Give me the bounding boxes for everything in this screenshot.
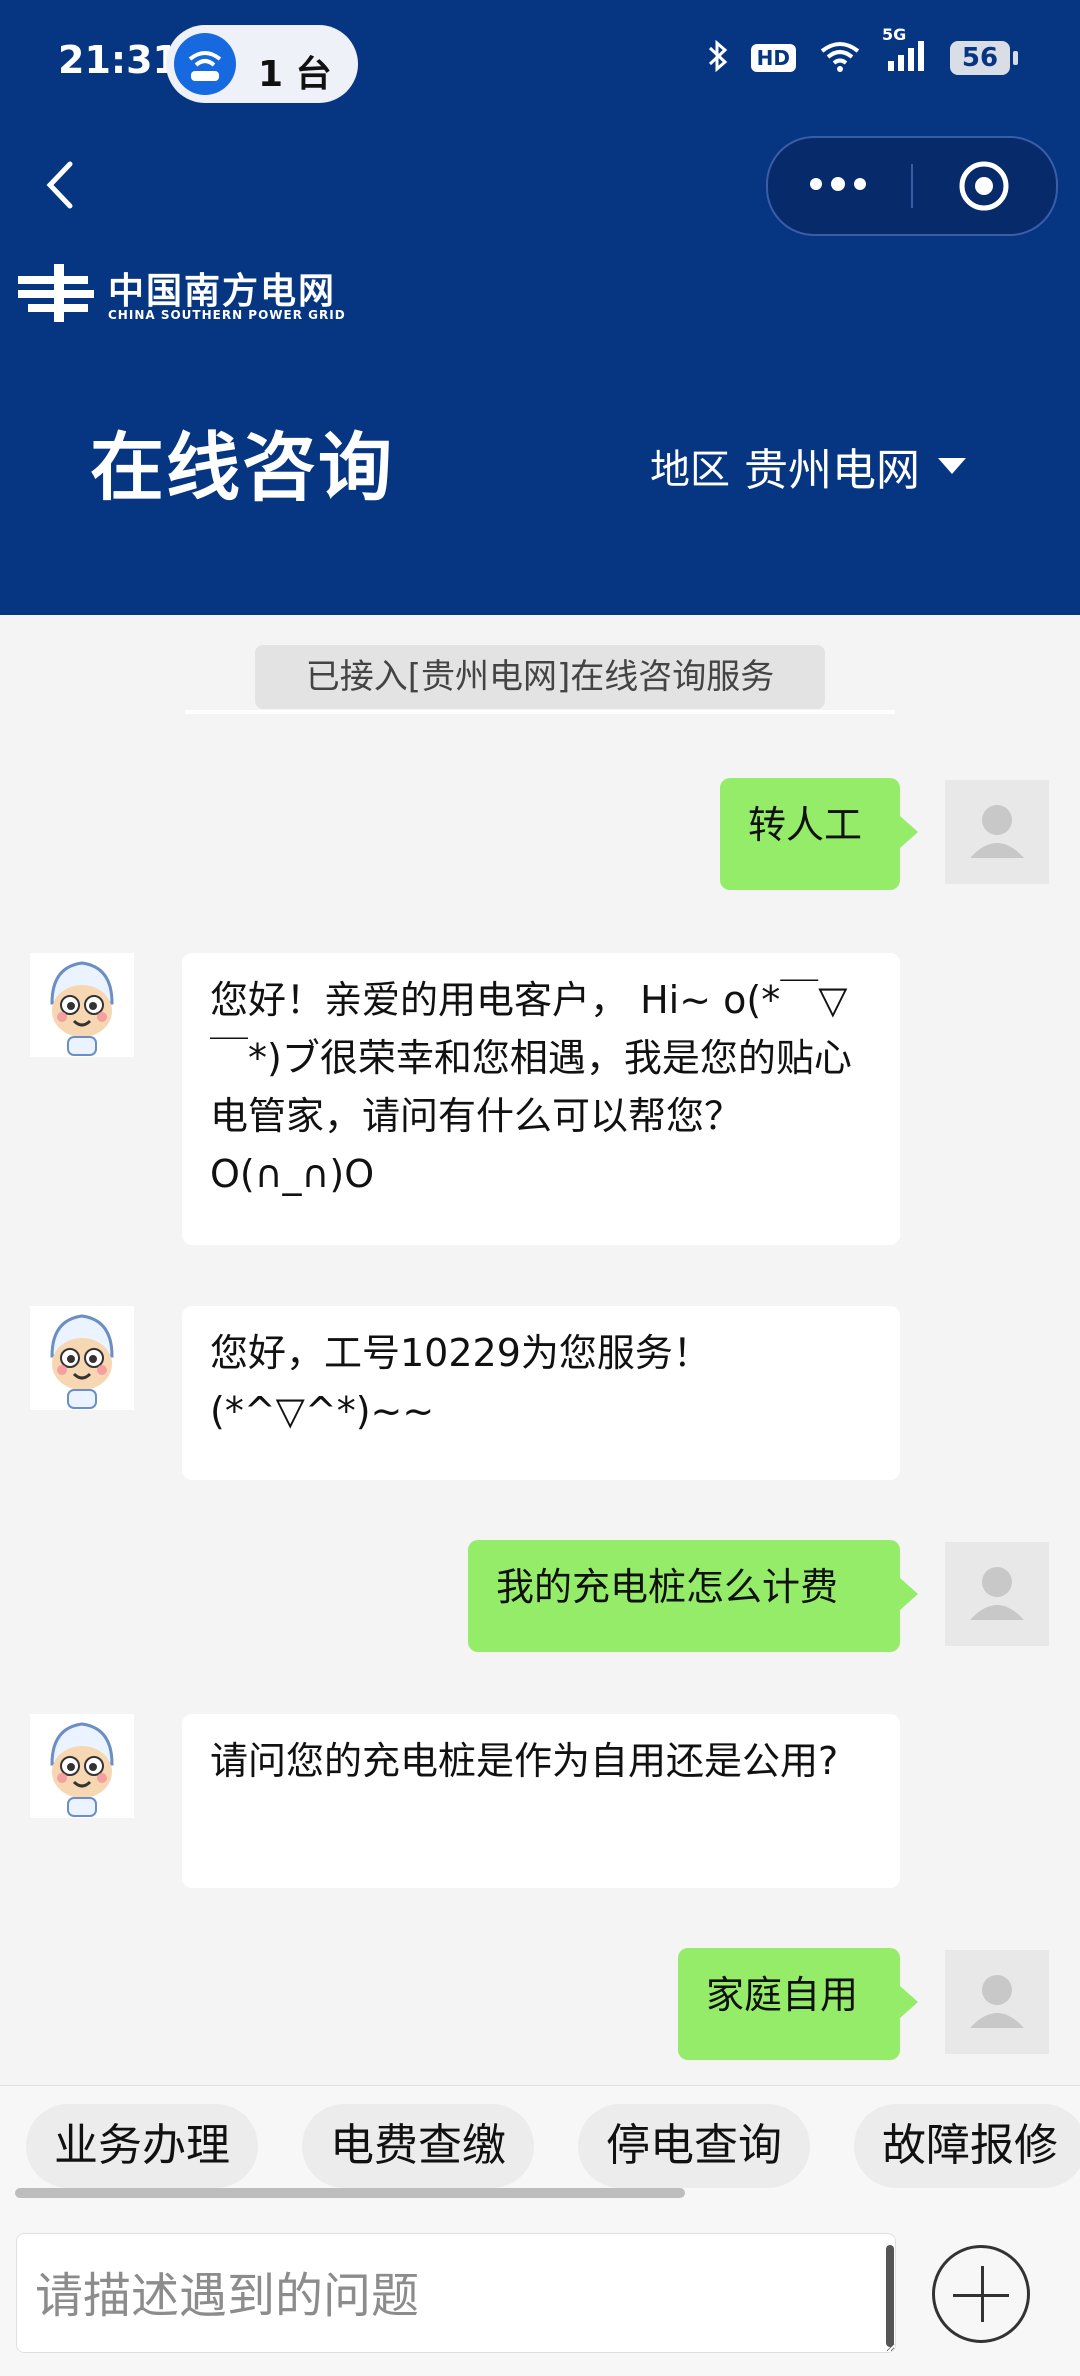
page-title: 在线咨询 <box>90 425 394 511</box>
quick-actions-scrollbar[interactable] <box>15 2188 685 2198</box>
region-selector[interactable]: 地区 贵州电网 <box>650 434 966 498</box>
status-time: 21:31 <box>58 38 179 82</box>
header: 21:31 1 台 HD 5G 56 中国南方电网 CHINA SOUTHERN… <box>0 0 1080 615</box>
miniapp-capsule <box>766 136 1058 236</box>
bot-avatar <box>30 953 134 1057</box>
close-miniapp-button[interactable] <box>958 160 1010 212</box>
bot-avatar <box>30 1714 134 1818</box>
user-message: 家庭自用 <box>678 1948 918 2060</box>
user-message: 我的充电桩怎么计费 <box>468 1540 918 1652</box>
wifi-device-count: 1 台 <box>258 54 332 95</box>
bluetooth-icon <box>707 38 729 78</box>
divider <box>185 710 895 714</box>
chip-business[interactable]: 业务办理 <box>26 2104 258 2188</box>
chip-bill-payment[interactable]: 电费查缴 <box>302 2104 534 2188</box>
wifi-icon <box>818 39 862 77</box>
user-avatar <box>945 780 1049 884</box>
bot-avatar <box>30 1306 134 1410</box>
more-button[interactable] <box>806 158 870 222</box>
router-icon <box>174 33 236 95</box>
bot-message: 您好，工号10229为您服务！(*^▽^*)~~ <box>182 1306 900 1480</box>
chip-outage-query[interactable]: 停电查询 <box>578 2104 810 2188</box>
chevron-left-icon <box>46 161 73 209</box>
add-attachment-button[interactable] <box>932 2245 1030 2343</box>
input-scrollbar <box>886 2245 894 2347</box>
battery-icon: 56 <box>950 41 1018 75</box>
status-bar: 21:31 1 台 HD 5G 56 <box>0 0 1080 130</box>
message-input[interactable] <box>16 2233 896 2353</box>
bot-message: 您好！亲爱的用电客户， Hi~ o(*￣▽￣*)ブ很荣幸和您相遇，我是您的贴心电… <box>182 953 900 1245</box>
hd-icon: HD <box>750 44 796 72</box>
more-dots-icon <box>810 177 866 191</box>
logo-cn: 中国南方电网 <box>108 271 337 312</box>
signal-label: 5G <box>882 25 907 44</box>
logo-en: CHINA SOUTHERN POWER GRID <box>108 308 346 322</box>
user-avatar <box>945 1542 1049 1646</box>
status-icons: HD 5G 56 <box>707 25 1018 78</box>
signal-icon: 5G <box>882 25 928 77</box>
user-avatar-icon <box>970 805 1024 858</box>
back-button[interactable] <box>36 150 86 220</box>
chip-fault-report[interactable]: 故障报修 <box>854 2104 1080 2188</box>
user-avatar-icon <box>970 1567 1024 1620</box>
wifi-devices-pill[interactable]: 1 台 <box>166 25 358 103</box>
csg-logo: 中国南方电网 CHINA SOUTHERN POWER GRID <box>18 262 348 332</box>
capsule-divider <box>911 164 913 208</box>
user-avatar <box>945 1950 1049 2054</box>
user-message: 转人工 <box>720 778 918 890</box>
mascot-icon <box>30 953 134 1057</box>
system-notice: 已接入[贵州电网]在线咨询服务 <box>255 645 825 709</box>
region-value: 贵州电网 <box>744 445 920 496</box>
input-area <box>0 2205 1080 2376</box>
mascot-icon <box>30 1714 134 1818</box>
bot-message: 请问您的充电桩是作为自用还是公用? <box>182 1714 900 1888</box>
csg-logo-icon <box>18 264 94 322</box>
mascot-icon <box>30 1306 134 1410</box>
target-icon <box>959 161 1009 211</box>
caret-down-icon <box>938 458 966 474</box>
user-avatar-icon <box>970 1975 1024 2028</box>
region-label: 地区 <box>650 447 730 493</box>
